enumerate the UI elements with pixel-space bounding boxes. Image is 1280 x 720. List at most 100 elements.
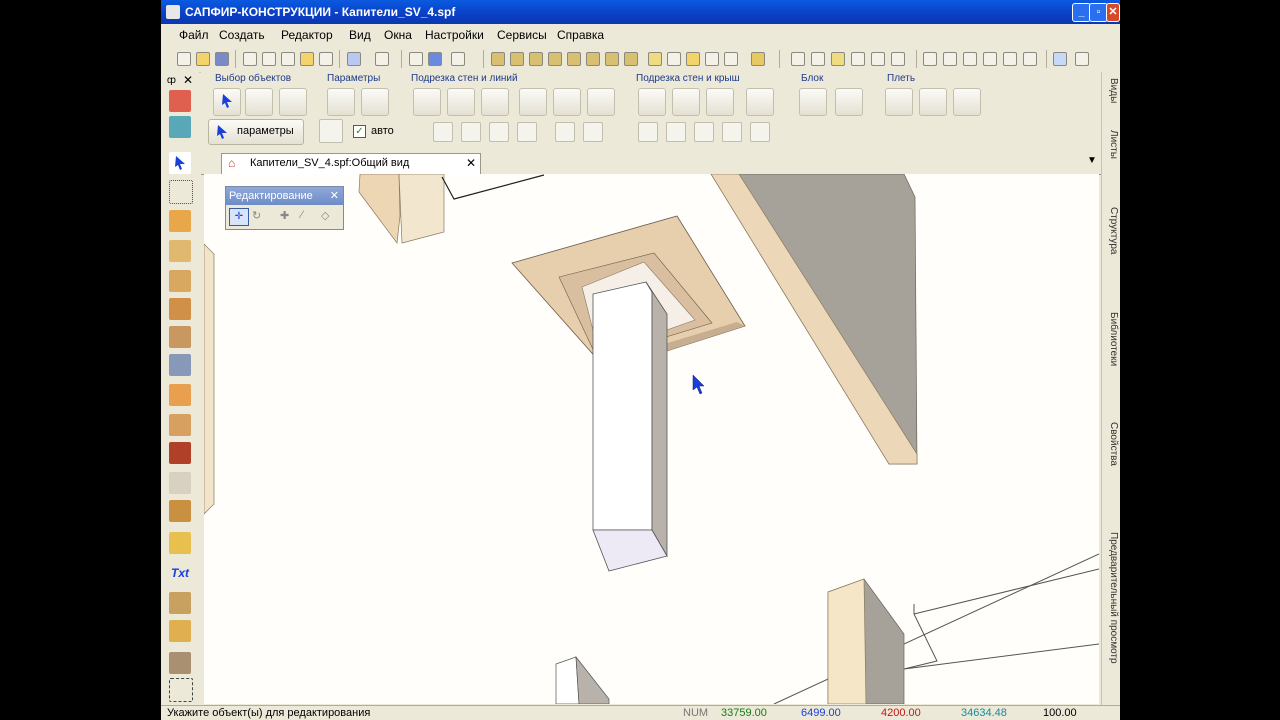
trim-line-1-button[interactable] [519,88,547,116]
tool-furniture-icon[interactable] [169,500,191,522]
panel-close-icon[interactable]: ✕ [183,73,193,87]
new-file-icon[interactable] [177,52,191,66]
frame2-icon[interactable] [811,52,825,66]
tool-hand-icon[interactable] [169,620,191,642]
pleat-3-button[interactable] [953,88,981,116]
view-front-icon[interactable] [529,52,543,66]
trim-roof-2-button[interactable] [672,88,700,116]
print-icon[interactable] [409,52,423,66]
eraser-icon[interactable] [667,52,681,66]
stretch-icon[interactable]: ⁄ [301,209,303,221]
tool-object-icon[interactable] [169,472,191,494]
tool-door-icon[interactable] [169,326,191,348]
menu-windows[interactable]: Окна [384,28,412,42]
open-folder-icon[interactable] [196,52,210,66]
frame4-icon[interactable] [851,52,865,66]
tab-preview[interactable]: Предварительный просмотр [1104,532,1119,664]
tool-select-icon[interactable] [169,152,191,174]
view-iso-icon[interactable] [567,52,581,66]
menu-create[interactable]: Создать [219,28,265,42]
menu-editor[interactable]: Редактор [281,28,333,42]
eye3-icon[interactable] [963,52,977,66]
trim-roof-4-button[interactable] [746,88,774,116]
tab-document[interactable]: ⌂ Капители_SV_4.spf:Общий вид ✕ [221,153,481,174]
frame6-icon[interactable] [891,52,905,66]
tool-hatch-icon[interactable] [169,652,191,674]
undo-icon[interactable] [347,52,361,66]
tool-view-icon[interactable] [169,90,191,112]
menu-settings[interactable]: Настройки [425,28,484,42]
pleat-2-button[interactable] [919,88,947,116]
tab-structure[interactable]: Структура [1104,207,1119,254]
parameters-button[interactable]: параметры [208,119,304,145]
roof-small-3-button[interactable] [694,122,714,142]
tab-views[interactable]: Виды [1104,78,1119,103]
3d-viewport[interactable]: Редактирование ✕ ✛ ↻ ✚ ⁄ ◇ [204,174,1099,704]
menu-view[interactable]: Вид [349,28,371,42]
editing-panel-close-icon[interactable]: ✕ [330,187,339,205]
grid-icon[interactable] [1003,52,1017,66]
frame1-icon[interactable] [791,52,805,66]
trim-line-3-button[interactable] [587,88,615,116]
block-1-button[interactable] [799,88,827,116]
trim-small-3-button[interactable] [489,122,509,142]
tab-list-dropdown-icon[interactable]: ▼ [1087,155,1097,166]
roof-small-1-button[interactable] [638,122,658,142]
trim-small-5-button[interactable] [555,122,575,142]
rotate-icon[interactable]: ↻ [252,209,261,222]
auto-checkbox[interactable]: ✓ [353,125,366,138]
redo-icon[interactable] [375,52,389,66]
tool-slab-icon[interactable] [169,240,191,262]
param-apply-button[interactable] [361,88,389,116]
view-3d-icon[interactable] [586,52,600,66]
menu-file[interactable]: Файл [179,28,209,42]
pencil-icon[interactable] [648,52,662,66]
frame3-icon[interactable] [831,52,845,66]
frame5-icon[interactable] [871,52,885,66]
copy-icon[interactable] [262,52,276,66]
param-pick-button[interactable] [327,88,355,116]
view-cube-icon[interactable] [491,52,505,66]
tool-roof-icon[interactable] [169,384,191,406]
select-frame-button[interactable] [245,88,273,116]
move-node-icon[interactable]: ✚ [280,209,289,222]
tool-node-icon[interactable] [169,678,193,702]
view-bottom-icon[interactable] [624,52,638,66]
pleat-1-button[interactable] [885,88,913,116]
roof-small-2-button[interactable] [666,122,686,142]
trim-roof-1-button[interactable] [638,88,666,116]
move-icon[interactable]: ✛ [229,208,249,226]
roof-small-4-button[interactable] [722,122,742,142]
menu-help[interactable]: Справка [557,28,604,42]
mirror-icon[interactable]: ◇ [321,209,329,222]
tab-close-icon[interactable]: ✕ [466,156,476,170]
zoom-icon[interactable] [686,52,700,66]
help-icon[interactable] [428,52,442,66]
tab-libraries[interactable]: Библиотеки [1104,312,1119,366]
menu-services[interactable]: Сервисы [497,28,547,42]
layers-icon[interactable] [983,52,997,66]
grid-toggle-icon[interactable] [1053,52,1067,66]
trim-line-2-button[interactable] [553,88,581,116]
paste-icon[interactable] [281,52,295,66]
tool-column-icon[interactable] [169,270,191,292]
tools-icon[interactable] [319,119,343,143]
tool-dimension-icon[interactable] [169,532,191,554]
trim-small-1-button[interactable] [433,122,453,142]
view-top-icon[interactable] [510,52,524,66]
tool-axis-icon[interactable] [169,180,193,204]
block-2-button[interactable] [835,88,863,116]
eye-icon[interactable] [923,52,937,66]
zoom-window-icon[interactable] [705,52,719,66]
tool-text-icon[interactable]: Txt [169,562,191,584]
trim-wall-1-button[interactable] [413,88,441,116]
eye2-icon[interactable] [943,52,957,66]
cut-icon[interactable] [243,52,257,66]
tab-sheets[interactable]: Листы [1104,130,1119,159]
tool-grid-icon[interactable] [169,116,191,138]
view-side-icon[interactable] [548,52,562,66]
trim-roof-3-button[interactable] [706,88,734,116]
trim-wall-2-button[interactable] [447,88,475,116]
save-icon[interactable] [215,52,229,66]
render-icon[interactable] [751,52,765,66]
